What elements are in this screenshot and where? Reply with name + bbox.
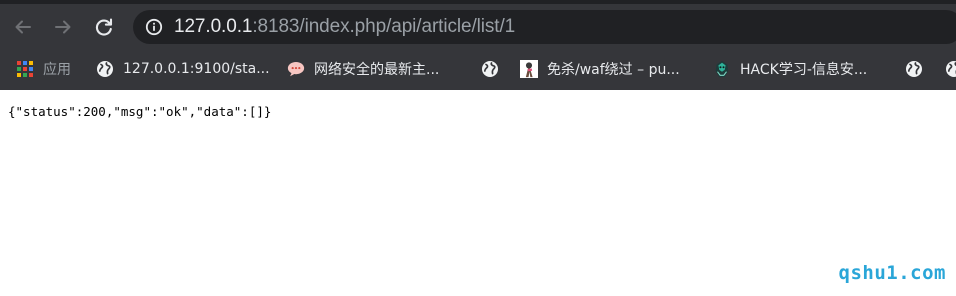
back-button[interactable] [8, 12, 38, 42]
arrow-left-icon [15, 20, 31, 34]
chat-bubble-icon [287, 60, 305, 78]
address-bar[interactable]: 127.0.0.1:8183/index.php/api/article/lis… [133, 10, 956, 44]
reload-button[interactable] [89, 12, 119, 42]
watermark-text: qshu1.com [838, 262, 946, 284]
bookmark-label: 网络安全的最新主... [314, 62, 440, 78]
bookmark-item[interactable]: 网络安全的最新主... [287, 50, 439, 88]
url-text: 127.0.0.1:8183/index.php/api/article/lis… [174, 16, 515, 38]
browser-window: 127.0.0.1:8183/index.php/api/article/lis… [0, 0, 956, 296]
bookmark-item[interactable]: 免杀/waf绕过 – pu... [520, 50, 680, 88]
forward-button[interactable] [48, 12, 78, 42]
info-circle-icon[interactable] [145, 18, 163, 36]
page-content: {"status":200,"msg":"ok","data":[]} qshu… [0, 90, 956, 296]
bookmark-label: 127.0.0.1:9100/sta... [123, 61, 270, 77]
portrait-icon [520, 60, 538, 78]
globe-icon [945, 60, 956, 78]
bookmark-item[interactable] [481, 50, 508, 88]
bookmark-item[interactable]: HACK学习-信息安... [713, 50, 867, 88]
bookmark-apps-label: 应用 [43, 62, 71, 78]
globe-icon [481, 60, 499, 78]
bookmark-item[interactable] [905, 50, 932, 88]
bookmark-apps[interactable]: 应用 [16, 50, 71, 88]
mascot-icon [713, 60, 731, 78]
globe-icon [96, 60, 114, 78]
arrow-right-icon [55, 20, 71, 34]
url-host: 127.0.0.1 [174, 16, 253, 37]
globe-icon [905, 60, 923, 78]
bookmark-label: 免杀/waf绕过 – pu... [547, 62, 680, 78]
apps-grid-icon [16, 60, 34, 78]
json-response-text: {"status":200,"msg":"ok","data":[]} [8, 104, 272, 119]
bookmark-item[interactable] [945, 50, 956, 88]
bookmarks-bar: 应用 127.0.0.1:9100/sta... 网络安全的最新主... 免杀/… [0, 50, 956, 90]
bookmark-item[interactable]: 127.0.0.1:9100/sta... [96, 50, 270, 88]
url-path: :8183/index.php/api/article/list/1 [252, 16, 516, 37]
bookmark-label: HACK学习-信息安... [740, 62, 868, 78]
browser-toolbar: 127.0.0.1:8183/index.php/api/article/lis… [0, 0, 956, 50]
reload-icon [95, 18, 113, 36]
